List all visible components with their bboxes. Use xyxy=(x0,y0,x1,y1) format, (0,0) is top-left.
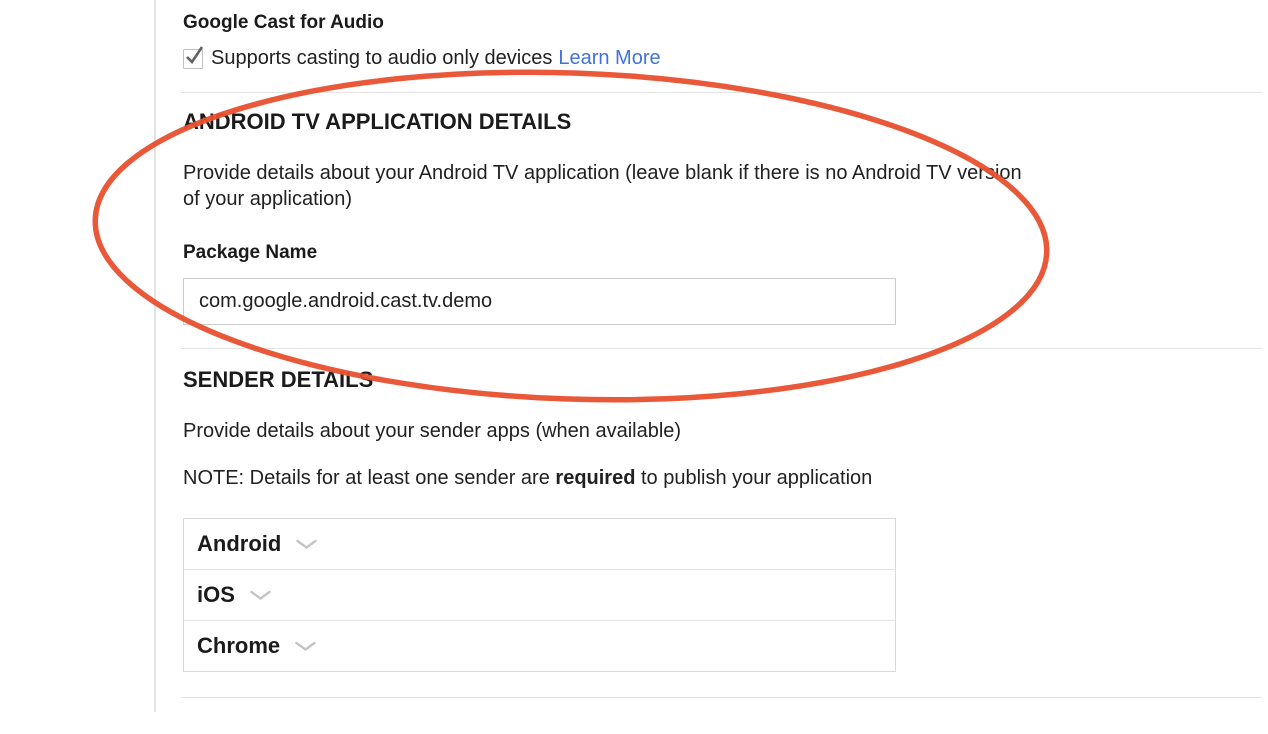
section-divider xyxy=(181,697,1262,698)
sender-note-prefix: NOTE: Details for at least one sender ar… xyxy=(183,467,555,489)
sender-row-label: Android xyxy=(197,531,281,557)
package-name-label: Package Name xyxy=(183,242,317,264)
android-tv-description-line2: of your application) xyxy=(183,186,1022,212)
sender-note-suffix: to publish your application xyxy=(635,467,872,489)
section-divider xyxy=(181,92,1262,93)
learn-more-link[interactable]: Learn More xyxy=(558,47,660,70)
sender-note: NOTE: Details for at least one sender ar… xyxy=(183,467,872,490)
section-divider xyxy=(181,348,1262,349)
sender-platforms-list: Android iOS Chrome xyxy=(183,518,896,672)
sender-row-label: Chrome xyxy=(197,633,280,659)
audio-checkbox-label: Supports casting to audio only devices xyxy=(211,47,552,70)
android-tv-section-title: ANDROID TV APPLICATION DETAILS xyxy=(183,109,571,135)
sender-row-label: iOS xyxy=(197,582,235,608)
content-left-border xyxy=(154,0,156,712)
audio-section-title: Google Cast for Audio xyxy=(183,12,384,34)
sender-note-required: required xyxy=(555,467,635,489)
android-tv-description-line1: Provide details about your Android TV ap… xyxy=(183,160,1022,186)
audio-checkbox-row: Supports casting to audio only devices L… xyxy=(183,47,661,70)
audio-support-checkbox[interactable] xyxy=(183,49,203,69)
cast-console-page: { "audio_section": { "title": "Google Ca… xyxy=(0,0,1268,734)
package-name-input[interactable] xyxy=(183,278,896,325)
sender-row-chrome[interactable]: Chrome xyxy=(184,620,895,671)
sender-row-android[interactable]: Android xyxy=(184,519,895,569)
checkmark-icon xyxy=(185,45,205,69)
sender-row-ios[interactable]: iOS xyxy=(184,569,895,620)
sender-section-title: SENDER DETAILS xyxy=(183,367,373,393)
chevron-down-icon[interactable] xyxy=(296,539,317,550)
android-tv-description: Provide details about your Android TV ap… xyxy=(183,160,1022,212)
chevron-down-icon[interactable] xyxy=(295,641,316,652)
sender-description: Provide details about your sender apps (… xyxy=(183,420,681,443)
chevron-down-icon[interactable] xyxy=(250,590,271,601)
